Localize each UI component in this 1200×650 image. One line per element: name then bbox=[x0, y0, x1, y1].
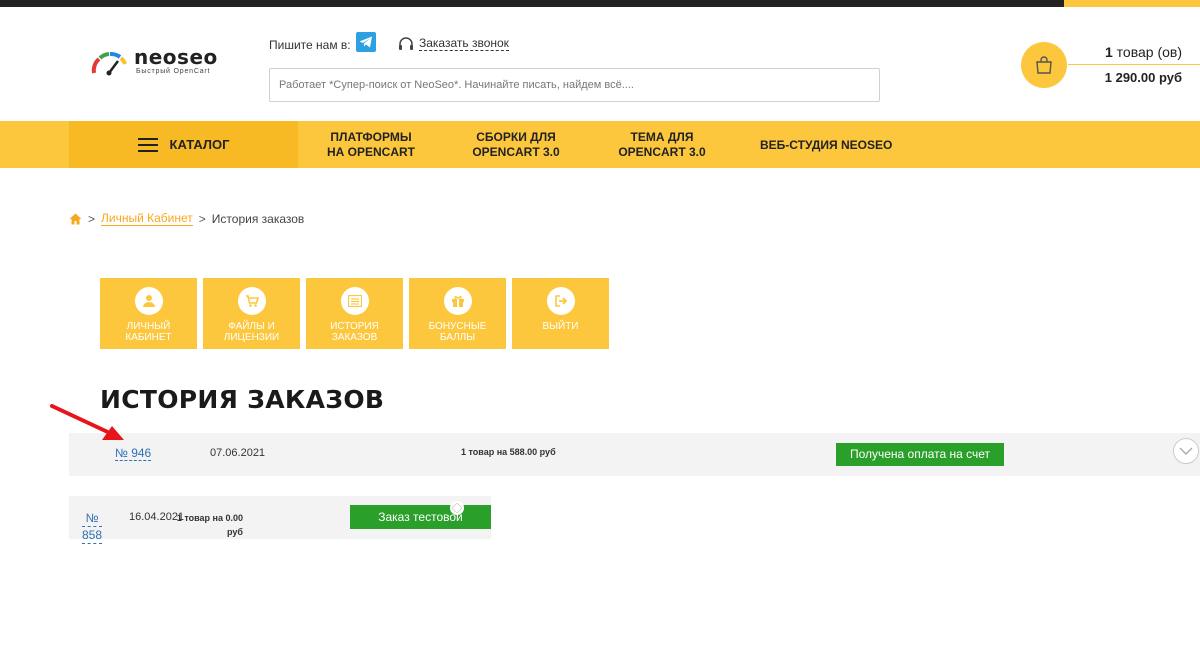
nav-item-theme[interactable]: ТЕМА ДЛЯ OPENCART 3.0 bbox=[608, 130, 716, 160]
order-row[interactable]: № 858 16.04.2021 1 товар на 0.00 руб Зака… bbox=[69, 496, 491, 544]
list-icon bbox=[340, 287, 369, 315]
tile-logout[interactable]: ВЫЙТИ bbox=[512, 278, 609, 349]
cart-bag-icon[interactable] bbox=[1021, 42, 1067, 88]
tile-logout-label: ВЫЙТИ bbox=[542, 321, 579, 332]
tile-files-label: ФАЙЛЫ И ЛИЦЕНЗИИ bbox=[223, 321, 280, 343]
breadcrumb: > Личный Кабинет > История заказов bbox=[69, 212, 304, 226]
logo-gauge-icon bbox=[91, 51, 127, 76]
main-nav: КАТАЛОГ ПЛАТФОРМЫ НА OPENCART СБОРКИ ДЛЯ O… bbox=[0, 121, 1200, 168]
gift-icon bbox=[443, 287, 472, 315]
order-row[interactable]: № 946 07.06.2021 1 товар на 588.00 руб П… bbox=[69, 433, 1200, 476]
tile-history[interactable]: ИСТОРИЯ ЗАКАЗОВ bbox=[306, 278, 403, 349]
account-tiles: ЛИЧНЫЙ КАБИНЕТ ФАЙЛЫ И ЛИЦЕНЗИИ ИСТОРИЯ ЗАК… bbox=[100, 278, 615, 349]
page-title: ИСТОРИЯ ЗАКАЗОВ bbox=[100, 385, 385, 414]
tile-files[interactable]: ФАЙЛЫ И ЛИЦЕНЗИИ bbox=[203, 278, 300, 349]
tile-account-label: ЛИЧНЫЙ КАБИНЕТ bbox=[125, 321, 172, 343]
order-status-badge: Заказ тестовой bbox=[350, 505, 491, 529]
order-status-badge: Получена оплата на счет bbox=[836, 443, 1004, 466]
breadcrumb-current: История заказов bbox=[211, 212, 305, 226]
cart-divider bbox=[1068, 64, 1200, 65]
order-date: 07.06.2021 bbox=[210, 447, 266, 459]
callback-label: Заказать звонок bbox=[419, 36, 509, 51]
telegram-icon[interactable] bbox=[355, 32, 376, 52]
write-us: Пишите нам в: bbox=[269, 32, 376, 52]
nav-item-studio[interactable]: ВЕБ-СТУДИЯ NEOSEO bbox=[760, 138, 905, 153]
breadcrumb-account-link[interactable]: Личный Кабинет bbox=[101, 212, 193, 226]
expand-chevron-icon[interactable] bbox=[1173, 438, 1199, 464]
tile-account[interactable]: ЛИЧНЫЙ КАБИНЕТ bbox=[100, 278, 197, 349]
order-total: 1 товар на 0.00 руб bbox=[176, 513, 243, 537]
top-bar-accent bbox=[1064, 0, 1200, 7]
tile-history-label: ИСТОРИЯ ЗАКАЗОВ bbox=[330, 321, 379, 343]
write-us-label: Пишите нам в: bbox=[269, 38, 351, 52]
logout-icon bbox=[546, 287, 575, 315]
top-bar bbox=[0, 0, 1200, 7]
headset-icon bbox=[399, 37, 413, 50]
burger-menu-icon bbox=[137, 137, 158, 152]
logo-name: neoseo bbox=[134, 45, 218, 69]
cart-total[interactable]: 1 290.00 руб bbox=[1068, 70, 1182, 85]
tile-bonus[interactable]: БОНУСНЫЕ БАЛЛЫ bbox=[409, 278, 506, 349]
cart-icon bbox=[237, 287, 266, 315]
tile-bonus-label: БОНУСНЫЕ БАЛЛЫ bbox=[428, 321, 487, 343]
expand-diamond-icon[interactable] bbox=[450, 501, 464, 515]
nav-item-builds[interactable]: СБОРКИ ДЛЯ OPENCART 3.0 bbox=[462, 130, 570, 160]
search-input[interactable] bbox=[269, 68, 880, 102]
nav-catalog-label: КАТАЛОГ bbox=[169, 137, 230, 152]
annotation-arrow-icon bbox=[50, 404, 124, 440]
order-total: 1 товар на 588.00 руб bbox=[461, 447, 556, 457]
nav-catalog-button[interactable]: КАТАЛОГ bbox=[69, 121, 298, 168]
callback-link[interactable]: Заказать звонок bbox=[398, 37, 509, 51]
logo-subtitle: Быстрый OpenCart bbox=[136, 68, 211, 75]
order-number-link[interactable]: № 946 bbox=[115, 446, 152, 461]
nav-item-platforms[interactable]: ПЛАТФОРМЫ НА OPENCART bbox=[321, 130, 421, 160]
home-icon[interactable] bbox=[69, 213, 82, 225]
logo[interactable]: neoseo Быстрый OpenCart bbox=[90, 47, 230, 83]
user-icon bbox=[134, 287, 163, 315]
cart-count[interactable]: 1 товар (ов) bbox=[1068, 44, 1182, 60]
order-number-link[interactable]: № 858 bbox=[82, 510, 103, 544]
